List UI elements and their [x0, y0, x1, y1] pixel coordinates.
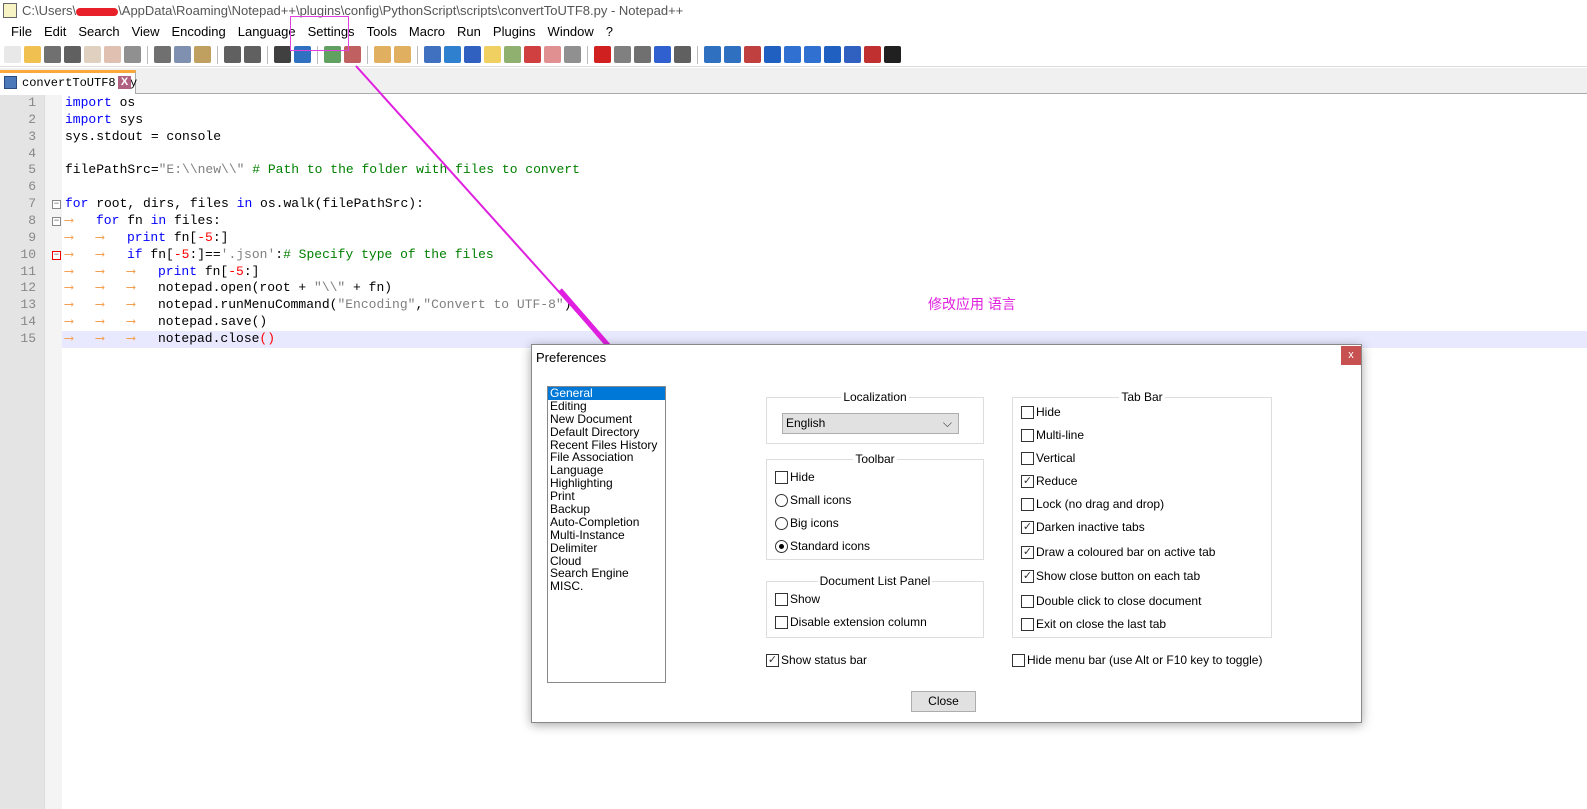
- localization-group: Localization English ⌵: [766, 390, 984, 444]
- option-label: Darken inactive tabs: [1036, 520, 1145, 534]
- double-click-to-close-document-checkbox[interactable]: Double click to close document: [1021, 594, 1201, 608]
- category-default-directory[interactable]: Default Directory: [548, 425, 665, 439]
- annotation-text: 修改应用 语言: [928, 296, 1016, 312]
- option-label: Draw a coloured bar on active tab: [1036, 545, 1216, 559]
- document-list-panel-group: Document List Panel Show Disable extensio…: [766, 574, 984, 638]
- checkbox-box[interactable]: ✓: [1021, 474, 1034, 488]
- radio-circle[interactable]: [775, 493, 788, 507]
- hide-checkbox[interactable]: Hide: [775, 470, 815, 484]
- option-label: Multi-line: [1036, 428, 1085, 442]
- language-select[interactable]: English ⌵: [782, 413, 959, 434]
- checkbox-box[interactable]: [1021, 405, 1034, 419]
- dialog-close-button[interactable]: x: [1341, 346, 1361, 365]
- checkbox-box[interactable]: ✓: [766, 653, 779, 667]
- preferences-dialog: Preferences x General Editing New Document…: [531, 344, 1362, 723]
- checkbox-box[interactable]: [1021, 428, 1034, 442]
- radio-circle[interactable]: [775, 516, 788, 530]
- checkbox-box[interactable]: [1021, 451, 1034, 465]
- option-label: Big icons: [790, 516, 839, 530]
- localization-title: Localization: [841, 390, 909, 404]
- hide-menu-bar-label: Hide menu bar (use Alt or F10 key to tog…: [1027, 653, 1263, 667]
- reduce-checkbox[interactable]: ✓ Reduce: [1021, 474, 1077, 488]
- option-label: Hide: [1036, 405, 1061, 419]
- option-label: Disable extension column: [790, 615, 927, 629]
- checkbox-box[interactable]: [1021, 497, 1034, 511]
- checkbox-box[interactable]: [1021, 617, 1034, 631]
- category-general[interactable]: General: [548, 387, 665, 400]
- checkbox-box[interactable]: [775, 592, 788, 606]
- big-icons-radio[interactable]: Big icons: [775, 516, 839, 530]
- option-label: Lock (no drag and drop): [1036, 497, 1165, 511]
- category-multi-instance[interactable]: Multi-Instance: [548, 528, 665, 542]
- option-label: Exit on close the last tab: [1036, 617, 1167, 631]
- category-new-document[interactable]: New Document: [548, 412, 665, 426]
- hide-checkbox[interactable]: Hide: [1021, 405, 1061, 419]
- document-list-title: Document List Panel: [817, 574, 933, 588]
- darken-inactive-tabs-checkbox[interactable]: ✓ Darken inactive tabs: [1021, 520, 1145, 534]
- chevron-down-icon: ⌵: [942, 416, 952, 430]
- option-label: Show: [790, 592, 821, 606]
- show-status-bar-checkbox[interactable]: ✓ Show status bar: [766, 653, 867, 667]
- category-auto-completion[interactable]: Auto-Completion: [548, 516, 665, 529]
- lock-no-drag-and-drop-checkbox[interactable]: Lock (no drag and drop): [1021, 497, 1164, 511]
- checkbox-box[interactable]: ✓: [1021, 545, 1034, 559]
- checkbox-box[interactable]: [1021, 594, 1034, 608]
- small-icons-radio[interactable]: Small icons: [775, 493, 851, 507]
- radio-circle[interactable]: [775, 539, 788, 553]
- hide-menu-bar-checkbox[interactable]: Hide menu bar (use Alt or F10 key to tog…: [1012, 653, 1262, 667]
- checkbox-box[interactable]: [775, 615, 788, 629]
- dialog-title: Preferences: [536, 350, 607, 365]
- disable-extension-column-checkbox[interactable]: Disable extension column: [775, 615, 927, 629]
- multi-line-checkbox[interactable]: Multi-line: [1021, 428, 1084, 442]
- option-label: Double click to close document: [1036, 594, 1202, 608]
- toolbar-group: Toolbar Hide Small icons Big icons Standard…: [766, 452, 984, 560]
- standard-icons-radio[interactable]: Standard icons: [775, 539, 870, 553]
- checkbox-box[interactable]: [775, 470, 788, 484]
- exit-on-close-the-last-tab-checkbox[interactable]: Exit on close the last tab: [1021, 617, 1166, 631]
- tab-bar-group: Tab Bar Hide Multi-line Vertical ✓ Reduce Loc…: [1012, 390, 1272, 638]
- option-label: Reduce: [1036, 474, 1078, 488]
- show-close-button-on-each-tab-checkbox[interactable]: ✓ Show close button on each tab: [1021, 569, 1200, 583]
- option-label: Small icons: [790, 493, 852, 507]
- show-status-bar-label: Show status bar: [781, 653, 868, 667]
- category-list[interactable]: General Editing New Document Default Direct…: [547, 386, 666, 683]
- checkbox-box[interactable]: ✓: [1021, 520, 1034, 534]
- checkbox-box[interactable]: ✓: [1021, 569, 1034, 583]
- draw-a-coloured-bar-on-active-tab-checkbox[interactable]: ✓ Draw a coloured bar on active tab: [1021, 545, 1215, 559]
- toolbar-group-title: Toolbar: [853, 452, 897, 466]
- option-label: Show close button on each tab: [1036, 569, 1201, 583]
- category-backup[interactable]: Backup: [548, 503, 665, 516]
- option-label: Vertical: [1036, 451, 1076, 465]
- checkbox-box[interactable]: [1012, 653, 1025, 667]
- option-label: Standard icons: [790, 539, 871, 553]
- category-editing[interactable]: Editing: [548, 399, 665, 413]
- category-misc[interactable]: MISC.: [548, 580, 665, 593]
- show-checkbox[interactable]: Show: [775, 592, 820, 606]
- close-button[interactable]: Close: [911, 691, 976, 712]
- option-label: Hide: [790, 470, 815, 484]
- vertical-checkbox[interactable]: Vertical: [1021, 451, 1075, 465]
- tab-bar-title: Tab Bar: [1119, 390, 1165, 404]
- language-value: English: [786, 416, 826, 430]
- category-delimiter[interactable]: Delimiter: [548, 541, 665, 555]
